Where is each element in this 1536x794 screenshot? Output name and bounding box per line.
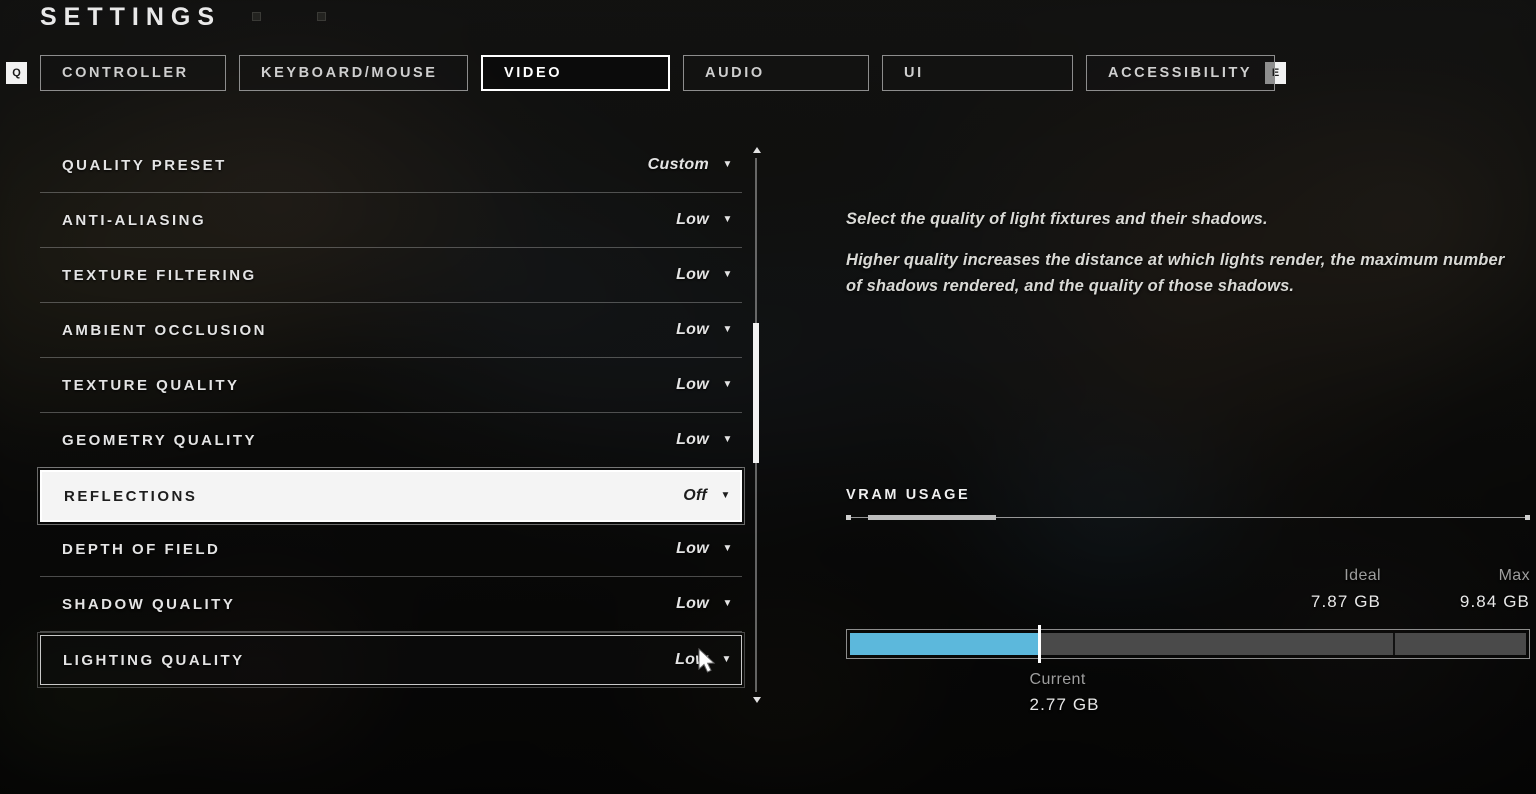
tab-controller[interactable]: CONTROLLER: [40, 55, 226, 91]
setting-row-geometry-quality[interactable]: GEOMETRY QUALITY Low ▼: [40, 413, 742, 468]
setting-row-texture-quality[interactable]: TEXTURE QUALITY Low ▼: [40, 358, 742, 413]
setting-label: TEXTURE FILTERING: [62, 266, 257, 284]
scrollbar-thumb[interactable]: [753, 323, 759, 463]
vram-usage-meter: [846, 625, 1530, 663]
chevron-down-icon[interactable]: ▼: [721, 544, 734, 554]
tab-label: VIDEO: [504, 65, 563, 81]
settings-tab-bar: CONTROLLER KEYBOARD/MOUSE VIDEO AUDIO UI ACCE…: [40, 55, 1275, 91]
chevron-down-icon[interactable]: ▼: [721, 270, 734, 280]
setting-label: AMBIENT OCCLUSION: [62, 321, 267, 339]
vram-divider-cap-left: [846, 515, 851, 520]
setting-description-panel: Select the quality of light fixtures and…: [846, 206, 1518, 300]
setting-value[interactable]: Low: [676, 211, 709, 229]
vram-usage-title: VRAM USAGE: [846, 487, 971, 503]
chevron-down-icon[interactable]: ▼: [721, 325, 734, 335]
settings-scrollbar[interactable]: [752, 145, 761, 705]
setting-value[interactable]: Custom: [648, 156, 709, 174]
vram-current-readout: Current 2.77 GB: [1030, 671, 1536, 715]
tab-label: CONTROLLER: [62, 65, 189, 81]
setting-value[interactable]: Low: [675, 651, 708, 669]
vram-max-mark: Max 9.84 GB: [1380, 567, 1530, 612]
tab-ui[interactable]: UI: [882, 55, 1073, 91]
setting-value[interactable]: Low: [676, 266, 709, 284]
setting-value[interactable]: Low: [676, 376, 709, 394]
scroll-down-arrow-icon[interactable]: [753, 697, 761, 703]
setting-row-lighting-quality[interactable]: LIGHTING QUALITY Low ▼: [37, 632, 745, 688]
setting-value[interactable]: Low: [676, 431, 709, 449]
vram-ideal-mark: Ideal 7.87 GB: [1231, 567, 1381, 612]
chevron-down-icon[interactable]: ▼: [721, 160, 734, 170]
vram-threshold-labels: Ideal 7.87 GB Max 9.84 GB: [846, 567, 1530, 629]
title-hint-icon-1: [252, 12, 261, 21]
vram-divider-fill: [868, 515, 996, 520]
tab-label: UI: [904, 65, 924, 81]
setting-label: QUALITY PRESET: [62, 156, 227, 174]
vram-meter-ideal-divider: [1392, 633, 1395, 655]
setting-row-reflections[interactable]: REFLECTIONS Off ▼: [37, 467, 745, 525]
tab-accessibility[interactable]: ACCESSIBILITY: [1086, 55, 1275, 91]
chevron-down-icon[interactable]: ▼: [721, 380, 734, 390]
tab-keyboard-mouse[interactable]: KEYBOARD/MOUSE: [239, 55, 468, 91]
vram-current-value: 2.77 GB: [1029, 695, 1100, 714]
vram-divider-cap-right: [1525, 515, 1530, 520]
setting-value[interactable]: Low: [676, 540, 709, 558]
video-settings-list: QUALITY PRESET Custom ▼ ANTI-ALIASING Low ▼ TE…: [37, 138, 745, 688]
setting-row-ambient-occlusion[interactable]: AMBIENT OCCLUSION Low ▼: [40, 303, 742, 358]
tab-label: ACCESSIBILITY: [1108, 65, 1253, 81]
setting-label: SHADOW QUALITY: [62, 595, 236, 613]
setting-label: REFLECTIONS: [64, 487, 198, 505]
setting-row-texture-filtering[interactable]: TEXTURE FILTERING Low ▼: [40, 248, 742, 303]
vram-max-label: Max: [1498, 567, 1530, 584]
vram-meter-current-marker: [1037, 625, 1041, 663]
chevron-down-icon[interactable]: ▼: [720, 655, 733, 665]
vram-divider: [846, 515, 1530, 521]
vram-current-label: Current: [1029, 671, 1086, 688]
setting-label: DEPTH OF FIELD: [62, 540, 221, 558]
setting-row-quality-preset[interactable]: QUALITY PRESET Custom ▼: [40, 138, 742, 193]
tab-label: AUDIO: [705, 65, 765, 81]
vram-ideal-label: Ideal: [1344, 567, 1381, 584]
description-line-2: Higher quality increases the distance at…: [846, 250, 1505, 296]
setting-row-shadow-quality[interactable]: SHADOW QUALITY Low ▼: [40, 577, 742, 632]
chevron-down-icon[interactable]: ▼: [721, 435, 734, 445]
chevron-down-icon[interactable]: ▼: [719, 491, 732, 501]
vram-meter-current-fill: [850, 633, 1038, 655]
scroll-up-arrow-icon[interactable]: [753, 147, 761, 153]
setting-label: LIGHTING QUALITY: [63, 651, 245, 669]
setting-value[interactable]: Low: [676, 595, 709, 613]
setting-row-depth-of-field[interactable]: DEPTH OF FIELD Low ▼: [40, 522, 742, 577]
setting-value[interactable]: Off: [683, 487, 707, 505]
setting-value[interactable]: Low: [676, 321, 709, 339]
vram-ideal-value: 7.87 GB: [1310, 592, 1381, 611]
description-line-1: Select the quality of light fixtures and…: [846, 210, 1268, 228]
tab-audio[interactable]: AUDIO: [683, 55, 869, 91]
setting-label: GEOMETRY QUALITY: [62, 431, 258, 449]
chevron-down-icon[interactable]: ▼: [721, 215, 734, 225]
setting-label: ANTI-ALIASING: [62, 211, 207, 229]
title-hint-icon-2: [317, 12, 326, 21]
vram-max-value: 9.84 GB: [1459, 592, 1530, 611]
setting-label: TEXTURE QUALITY: [62, 376, 240, 394]
page-title: SETTINGS: [40, 3, 222, 31]
tab-video[interactable]: VIDEO: [481, 55, 670, 91]
tab-label: KEYBOARD/MOUSE: [261, 65, 438, 81]
chevron-down-icon[interactable]: ▼: [721, 599, 734, 609]
vram-usage-panel: VRAM USAGE Ideal 7.87 GB Max 9.84 GB Cur: [846, 487, 1530, 715]
prev-tab-key-badge[interactable]: Q: [6, 62, 27, 84]
setting-row-anti-aliasing[interactable]: ANTI-ALIASING Low ▼: [40, 193, 742, 248]
